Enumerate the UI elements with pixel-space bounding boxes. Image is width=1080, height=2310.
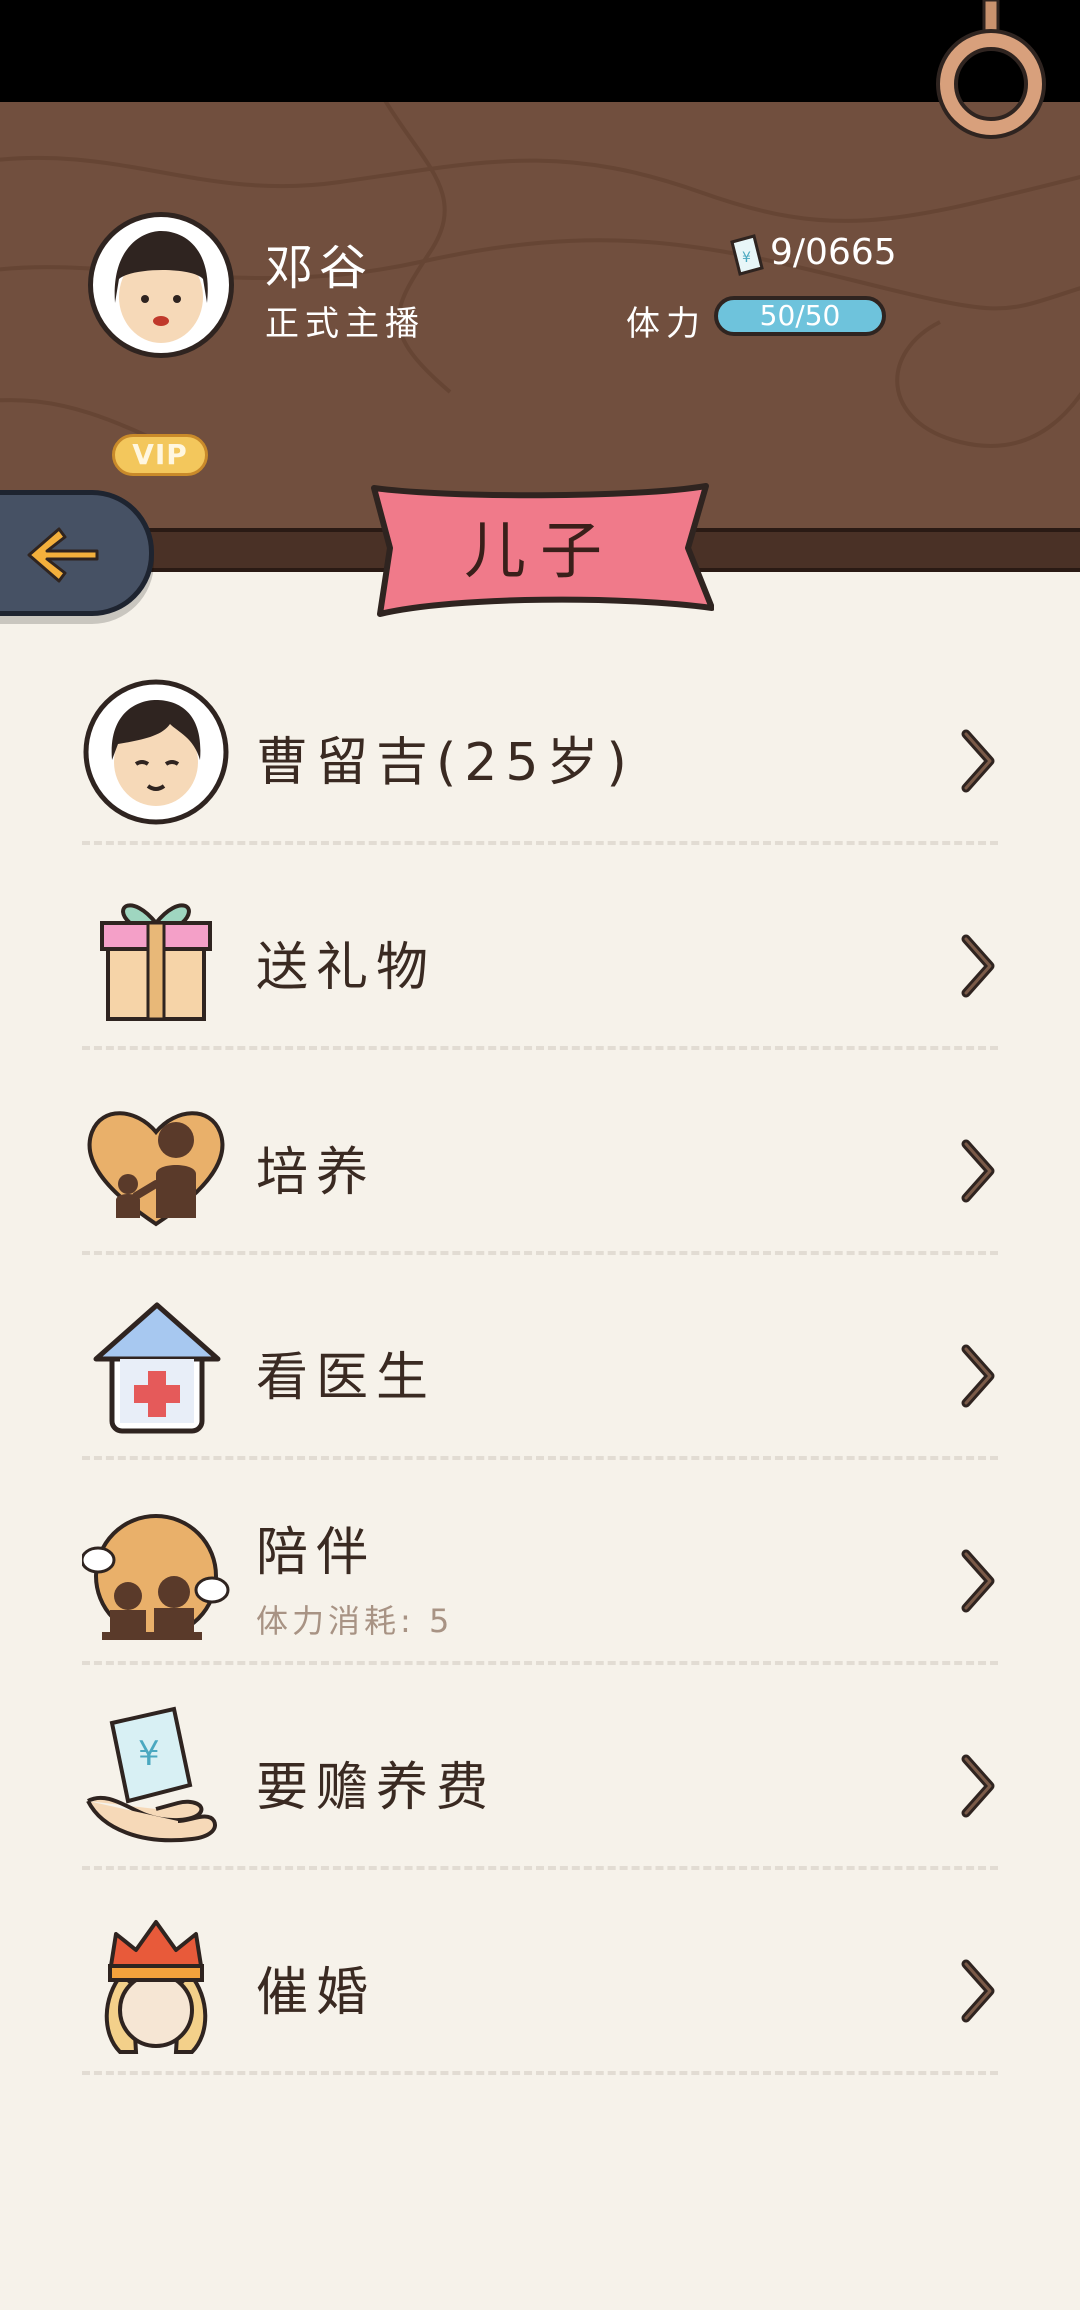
chevron-right-icon [961,1754,995,1818]
hospital-icon [82,1293,230,1441]
status-bar [0,0,1080,102]
hanging-ring-icon[interactable] [936,0,1046,140]
menu-item-urge-marriage[interactable]: 催婚 [82,1870,998,2075]
menu-item-label: 要赡养费 [256,1758,497,1818]
menu-item-label: 看医生 [256,1348,437,1408]
chevron-right-icon [961,729,995,793]
menu-item-request-allowance[interactable]: ¥ 要赡养费 [82,1665,998,1870]
stamina-bar: 50/50 [714,296,886,336]
menu-item-nurture[interactable]: 培养 [82,1050,998,1255]
menu-item-label: 曹留吉(25岁) [256,733,635,793]
user-avatar-icon [114,231,208,343]
menu-item-companionship[interactable]: 陪伴 体力消耗: 5 [80,1460,998,1665]
nurture-icon [82,1088,230,1236]
menu-item-son-profile[interactable]: 曹留吉(25岁) [82,640,998,845]
chevron-right-icon [961,1344,995,1408]
stamina-label: 体力 [626,304,706,344]
money-amount: 9/0665 [770,232,897,273]
stamina-cost-label: 体力消耗: 5 [256,1602,454,1640]
menu-item-send-gift[interactable]: 送礼物 [82,845,998,1050]
chevron-right-icon [961,1549,995,1613]
user-title: 正式主播 [265,304,425,344]
son-avatar-icon [82,678,230,826]
user-avatar[interactable] [88,212,234,358]
chevron-right-icon [961,934,995,998]
menu-item-label: 催婚 [256,1963,377,2023]
svg-text:¥: ¥ [138,1734,160,1774]
menu-item-label: 培养 [256,1143,377,1203]
companionship-icon [80,1498,230,1646]
dashed-divider [82,2071,998,2075]
menu-item-see-doctor[interactable]: 看医生 [82,1255,998,1460]
money-note-icon: ¥ [730,234,764,276]
chevron-right-icon [961,1139,995,1203]
vip-badge: VIP [112,434,208,476]
menu-item-label: 陪伴 [256,1523,377,1583]
back-arrow-icon [27,527,99,583]
username: 邓谷 [265,240,374,296]
menu-item-label: 送礼物 [256,938,437,998]
gift-icon [82,883,230,1031]
allowance-money-icon: ¥ [82,1703,230,1851]
page-title: 儿子 [463,514,616,587]
svg-text:¥: ¥ [742,250,751,266]
back-button[interactable] [0,490,154,616]
urge-marriage-icon [82,1908,230,2056]
chevron-right-icon [961,1959,995,2023]
